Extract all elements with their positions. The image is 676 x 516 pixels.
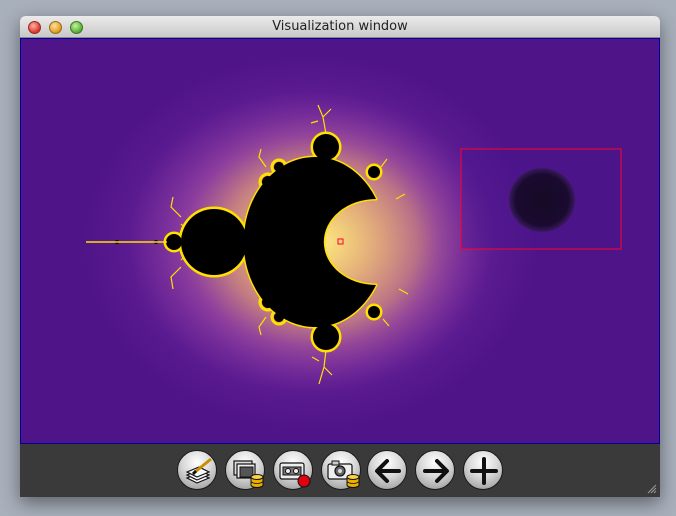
record-icon	[279, 462, 311, 488]
record-button[interactable]	[273, 450, 313, 490]
snapshot-to-database-button[interactable]	[321, 450, 361, 490]
add-button[interactable]	[463, 450, 503, 490]
plus-icon	[470, 457, 498, 485]
resize-grip-icon[interactable]	[645, 482, 657, 494]
copy-to-database-button[interactable]	[225, 450, 265, 490]
zoom-preview-disk	[509, 168, 575, 232]
forward-button[interactable]	[415, 450, 455, 490]
zoom-preview	[460, 148, 622, 250]
copy-to-database-icon	[233, 460, 264, 488]
back-button[interactable]	[367, 450, 407, 490]
toolbar	[20, 444, 660, 497]
paint-palette-icon	[185, 457, 212, 484]
mandelbrot-image	[86, 102, 622, 385]
visualization-window: Visualization window	[20, 16, 660, 497]
arrow-right-icon	[423, 459, 449, 483]
camera-database-icon	[327, 460, 360, 488]
arrow-left-icon	[375, 459, 401, 483]
window-title: Visualization window	[272, 19, 408, 34]
palette-button[interactable]	[177, 450, 217, 490]
title-bar[interactable]: Visualization window	[20, 16, 660, 38]
fractal-canvas[interactable]	[20, 38, 660, 444]
